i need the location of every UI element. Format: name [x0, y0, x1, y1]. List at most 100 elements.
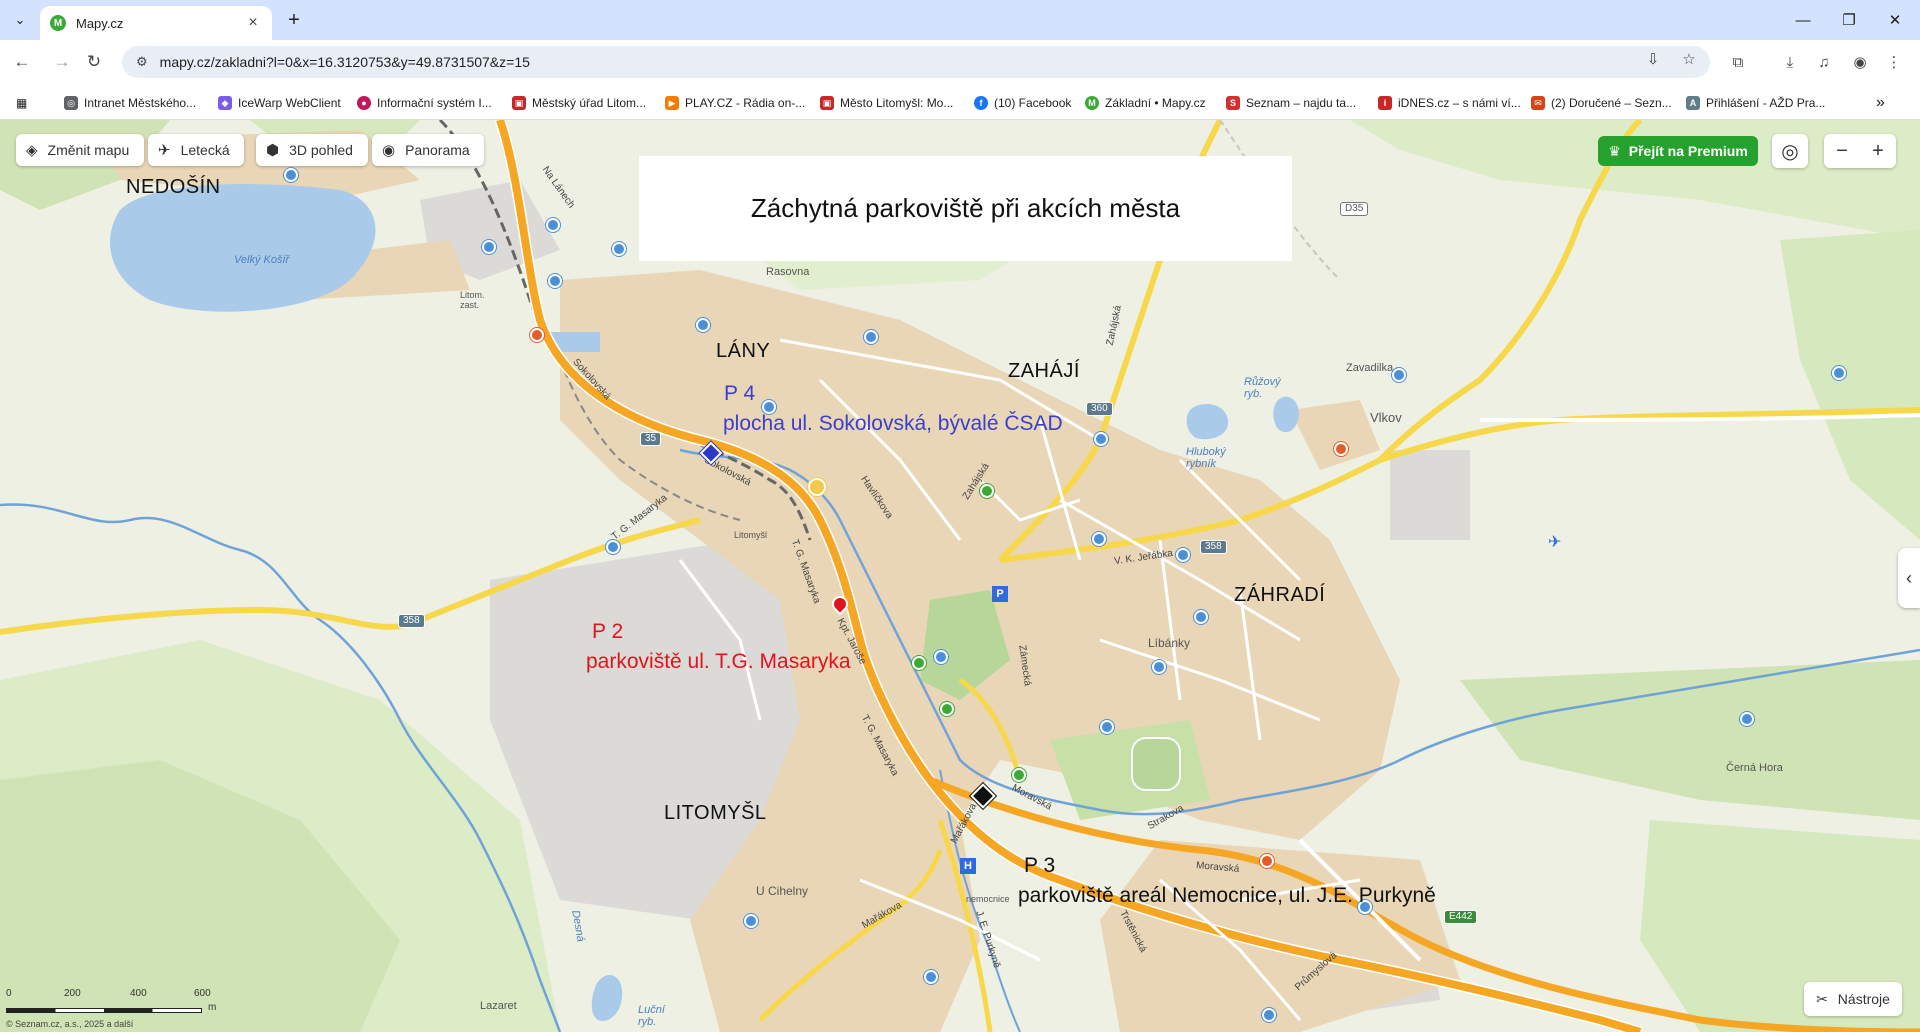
- install-app-icon[interactable]: ⇩: [1642, 50, 1664, 68]
- tab-strip: ⌄ M Mapy.cz × + — ❐ ✕: [0, 0, 1920, 40]
- bus-stop-icon: [482, 240, 496, 254]
- info-icon: [940, 702, 954, 716]
- locate-icon: ◎: [1781, 140, 1799, 163]
- fire-station-icon: [1260, 854, 1274, 868]
- p2-code: P 2: [592, 620, 624, 643]
- bookmark-label: Přihlášení - AŽD Pra...: [1706, 96, 1826, 110]
- p2-description: parkoviště ul. T.G. Masaryka: [586, 650, 851, 673]
- tab-title: Mapy.cz: [76, 15, 124, 31]
- bookmark-0[interactable]: ◎ Intranet Městského...: [64, 93, 196, 113]
- bookmark-label: (10) Facebook: [994, 96, 1072, 110]
- bus-stop-icon: [1152, 660, 1166, 674]
- close-window-icon[interactable]: ✕: [1872, 6, 1918, 34]
- minimize-icon[interactable]: —: [1780, 6, 1826, 34]
- bus-stop-icon: [1176, 548, 1190, 562]
- p4-code: P 4: [724, 382, 756, 405]
- bus-stop-icon: [548, 274, 562, 288]
- profile-icon[interactable]: ◉: [1848, 50, 1872, 74]
- place-nedosin: NEDOŠÍN: [126, 176, 221, 198]
- map-copyright[interactable]: © Seznam.cz, a.s., 2025 a další: [6, 1019, 133, 1029]
- restore-icon[interactable]: ❐: [1826, 6, 1872, 34]
- info-system-icon: ●: [357, 96, 371, 110]
- bus-stop-icon: [1094, 432, 1108, 446]
- forward-icon[interactable]: →: [48, 48, 76, 76]
- site-info-icon[interactable]: ⚙: [136, 54, 148, 70]
- reload-icon[interactable]: ↻: [80, 48, 108, 76]
- road-shield-360: 360: [1086, 402, 1113, 416]
- p4-description: plocha ul. Sokolovská, bývalé ČSAD: [723, 412, 1063, 435]
- bus-stop-icon: [546, 218, 560, 232]
- parking-icon: P: [992, 586, 1008, 602]
- aerial-label: Letecká: [180, 142, 230, 158]
- change-map-button[interactable]: ◈ Změnit mapu: [16, 134, 144, 166]
- p3-description: parkoviště areál Nemocnice, ul. J.E. Pur…: [1018, 884, 1436, 907]
- bookmark-label: IceWarp WebClient: [238, 96, 341, 110]
- bookmark-11[interactable]: A Přihlášení - AŽD Pra...: [1686, 93, 1825, 113]
- media-controls-icon[interactable]: ♫: [1812, 50, 1836, 74]
- new-tab-button[interactable]: +: [282, 8, 306, 32]
- bus-stop-icon: [1832, 366, 1846, 380]
- back-icon[interactable]: ←: [8, 48, 36, 76]
- scale-unit: m: [208, 1002, 217, 1013]
- browser-chrome: ⌄ M Mapy.cz × + — ❐ ✕ ← → ↻ ⚙ mapy.cz/za…: [0, 0, 1920, 120]
- locate-me-button[interactable]: ◎: [1772, 134, 1808, 168]
- 3d-view-button[interactable]: ⬢ 3D pohled: [256, 134, 368, 166]
- crown-icon: ♛: [1608, 142, 1621, 159]
- tools-button[interactable]: ✂ Nástroje: [1804, 982, 1902, 1016]
- bookmark-1[interactable]: ◆ IceWarp WebClient: [218, 93, 341, 113]
- info-icon: [912, 656, 926, 670]
- bookmark-2[interactable]: ● Informační systém I...: [357, 93, 492, 113]
- bookmark-label: Intranet Městského...: [84, 96, 197, 110]
- place-litom-zast: Litom. zast.: [460, 290, 485, 310]
- premium-label: Přejít na Premium: [1628, 143, 1748, 159]
- browser-toolbar: ← → ↻ ⚙ mapy.cz/zakladni?l=0&x=16.312075…: [0, 40, 1920, 84]
- panorama-button[interactable]: ◉ Panorama: [372, 134, 484, 166]
- place-libanky: Líbánky: [1148, 636, 1191, 650]
- bookmark-5[interactable]: ▣ Město Litomyšl: Mo...: [820, 93, 953, 113]
- road-shield-d35: D35: [1340, 202, 1369, 216]
- chevron-left-icon: ‹: [1906, 567, 1912, 588]
- cube-icon: ⬢: [266, 142, 280, 159]
- extensions-icon[interactable]: ⧉: [1726, 50, 1750, 74]
- map-title: Záchytná parkoviště při akcích města: [750, 193, 1181, 223]
- bookmark-9[interactable]: i iDNES.cz – s námi ví...: [1378, 93, 1521, 113]
- bus-stop-icon: [1262, 1008, 1276, 1022]
- change-map-label: Změnit mapu: [47, 142, 130, 158]
- apps-icon[interactable]: ▦: [16, 93, 27, 113]
- bookmark-6[interactable]: f (10) Facebook: [974, 93, 1071, 113]
- bookmark-7[interactable]: M Základní • Mapy.cz: [1085, 93, 1206, 113]
- bus-stop-icon: [744, 914, 758, 928]
- water-hluboky: Hluboký rybník: [1186, 446, 1226, 470]
- downloads-icon[interactable]: ⤓: [1778, 50, 1802, 74]
- water-lucni: Luční ryb.: [638, 1004, 665, 1028]
- bus-stop-icon: [1100, 720, 1114, 734]
- bookmark-8[interactable]: S Seznam – najdu ta...: [1226, 93, 1356, 113]
- icewarp-icon: ◆: [218, 96, 232, 110]
- map-canvas[interactable]: ◈ Změnit mapu ✈ Letecká ⬢ 3D pohled ◉ Pa…: [0, 120, 1920, 1032]
- bookmark-4[interactable]: ▶ PLAY.CZ - Rádia on-...: [665, 93, 805, 113]
- hospital-icon: H: [960, 858, 976, 874]
- aerial-button[interactable]: ✈ Letecká: [148, 134, 244, 166]
- airplane-icon: ✈: [158, 142, 171, 159]
- bookmark-star-icon[interactable]: ☆: [1678, 50, 1700, 68]
- zoom-in-button[interactable]: +: [1872, 140, 1884, 163]
- bus-stop-icon: [1392, 368, 1406, 382]
- facebook-icon: f: [974, 96, 988, 110]
- premium-button[interactable]: ♛ Přejít na Premium: [1598, 136, 1758, 166]
- zoom-out-button[interactable]: −: [1836, 140, 1848, 163]
- bus-stop-icon: [934, 650, 948, 664]
- bookmark-10[interactable]: ✉ (2) Doručené – Sezn...: [1531, 93, 1672, 113]
- browser-tab[interactable]: M Mapy.cz ×: [40, 6, 272, 40]
- close-tab-icon[interactable]: ×: [244, 14, 262, 32]
- menu-icon[interactable]: ⋮: [1882, 50, 1906, 74]
- bookmark-label: PLAY.CZ - Rádia on-...: [685, 96, 806, 110]
- zoom-controls: − +: [1824, 134, 1896, 168]
- more-bookmarks-icon[interactable]: »: [1876, 93, 1885, 113]
- bookmark-label: Seznam – najdu ta...: [1246, 96, 1357, 110]
- bookmark-3[interactable]: ▣ Městský úřad Litom...: [512, 93, 646, 113]
- city-icon: ▣: [820, 96, 834, 110]
- side-panel-toggle[interactable]: ‹: [1898, 548, 1920, 608]
- address-bar[interactable]: ⚙ mapy.cz/zakladni?l=0&x=16.3120753&y=49…: [122, 46, 1710, 78]
- attraction-icon: [808, 478, 826, 496]
- tab-search-icon[interactable]: ⌄: [8, 8, 32, 32]
